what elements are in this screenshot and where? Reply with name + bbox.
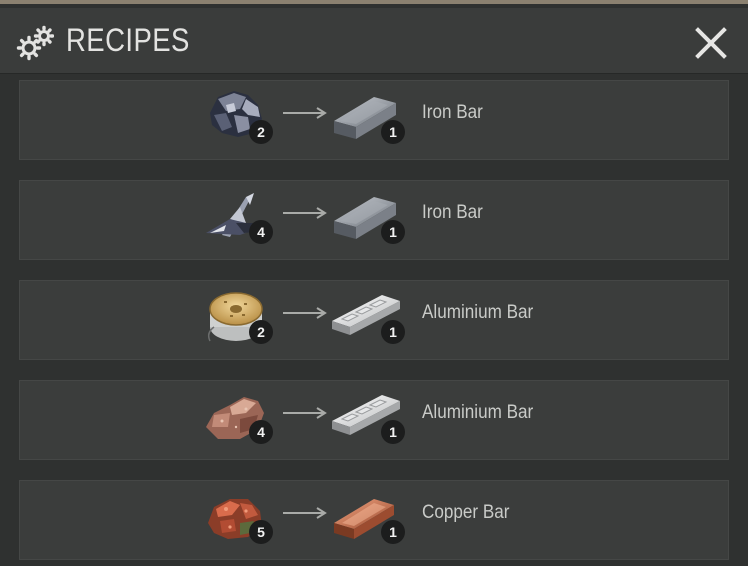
- product-quantity-badge: 1: [381, 420, 405, 444]
- arrow-icon: [283, 107, 327, 119]
- product-name: Iron Bar: [422, 102, 483, 123]
- page-title: RECIPES: [66, 22, 190, 58]
- gears-icon: [16, 25, 54, 61]
- recipe-row[interactable]: 4 1 Aluminium Bar: [19, 380, 729, 460]
- ingredient-quantity-badge: 2: [249, 320, 273, 344]
- recipe-row[interactable]: 2 1 Iron Bar: [19, 80, 729, 160]
- product-quantity-badge: 1: [381, 520, 405, 544]
- arrow-icon: [283, 307, 327, 319]
- arrow-icon: [283, 207, 327, 219]
- recipe-row[interactable]: 5 1 Copper Bar: [19, 480, 729, 560]
- product-quantity-badge: 1: [381, 320, 405, 344]
- arrow-icon: [283, 507, 327, 519]
- recipe-row[interactable]: 4 1 Iron Bar: [19, 180, 729, 260]
- ingredient-quantity-badge: 4: [249, 420, 273, 444]
- recipes-panel: RECIPES 2 1 Iron Bar 4 1 Iron Bar 2 1 Al…: [0, 0, 748, 566]
- arrow-icon: [283, 407, 327, 419]
- ingredient-quantity-badge: 5: [249, 520, 273, 544]
- product-name: Aluminium Bar: [422, 402, 534, 423]
- recipe-row[interactable]: 2 1 Aluminium Bar: [19, 280, 729, 360]
- ingredient-quantity-badge: 4: [249, 220, 273, 244]
- product-quantity-badge: 1: [381, 120, 405, 144]
- product-name: Iron Bar: [422, 202, 483, 223]
- ingredient-quantity-badge: 2: [249, 120, 273, 144]
- product-name: Aluminium Bar: [422, 302, 534, 323]
- close-icon[interactable]: [692, 24, 730, 62]
- panel-header: RECIPES: [0, 8, 748, 74]
- product-quantity-badge: 1: [381, 220, 405, 244]
- product-name: Copper Bar: [422, 502, 510, 523]
